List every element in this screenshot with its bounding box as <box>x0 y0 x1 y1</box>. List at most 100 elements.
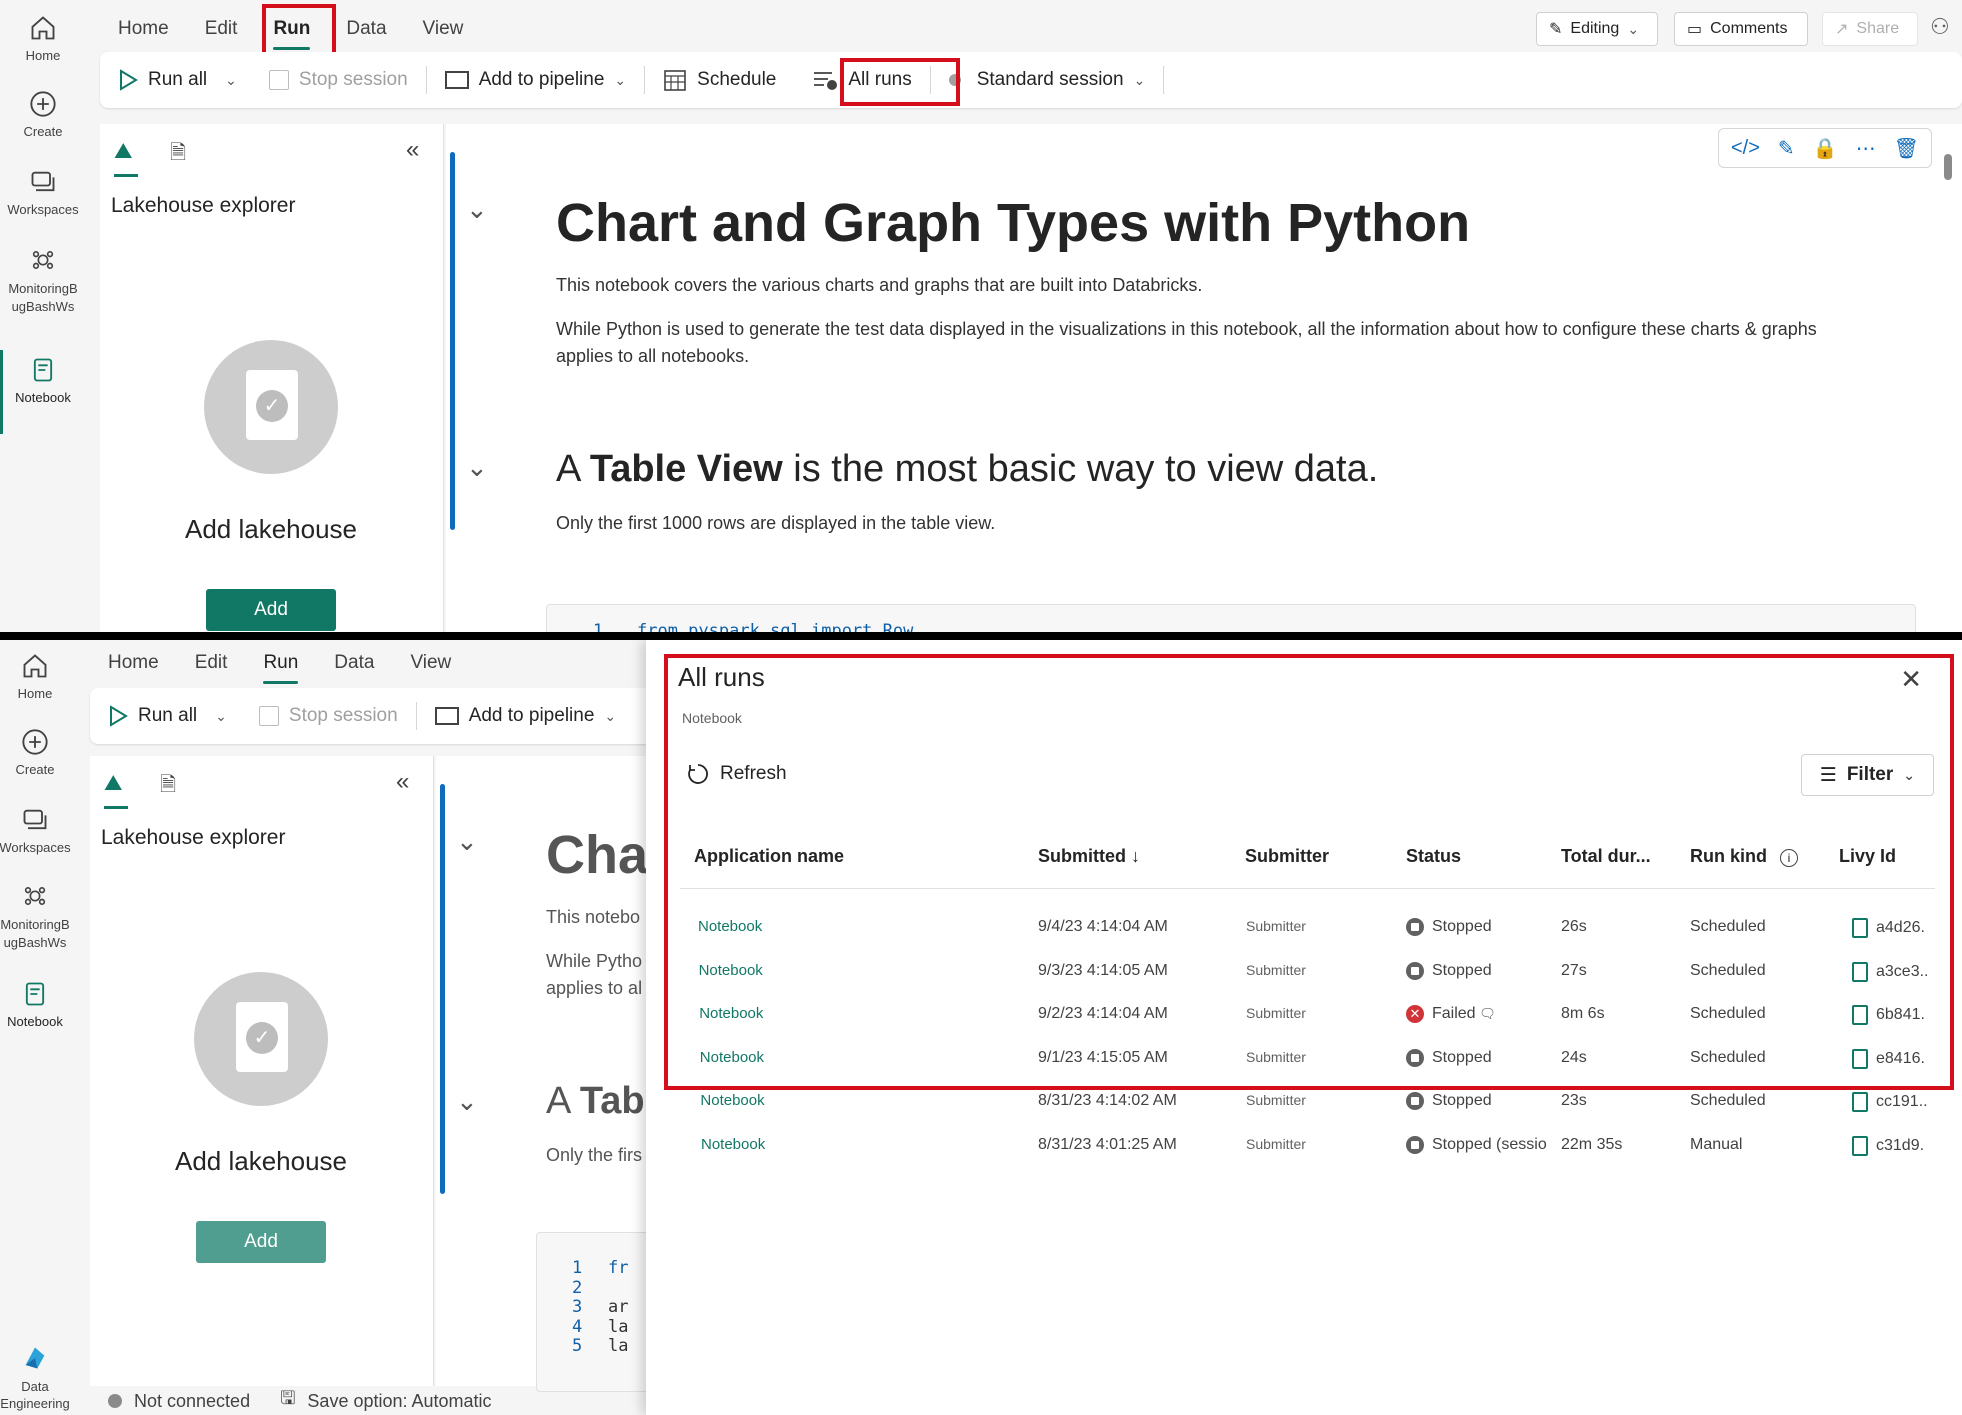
add-lakehouse-button[interactable]: Add <box>206 589 336 631</box>
add-to-pipeline-label: Add to pipeline <box>478 69 605 90</box>
rail-notebook[interactable]: Notebook <box>0 356 86 405</box>
rail-home-label: Home <box>17 686 53 701</box>
editing-label: Editing <box>1570 20 1620 37</box>
application-name-link[interactable]: Notebook <box>700 1092 764 1109</box>
rail-create[interactable]: Create <box>0 90 86 139</box>
notebook-editor: ⌄ ⌄ Cha This notebo While Pytho applies … <box>436 756 676 1392</box>
menu-data[interactable]: Data <box>316 646 392 680</box>
screenshot-divider <box>0 632 1962 640</box>
edit-pencil-icon[interactable]: ✎ <box>1778 136 1795 161</box>
heading-prefix: A <box>546 1080 580 1122</box>
chevron-down-icon[interactable]: ⌄ <box>215 708 227 725</box>
rail-monitoring-label-2: ugBashWs <box>3 935 67 950</box>
code-line: ar <box>608 1297 629 1317</box>
copy-icon[interactable] <box>1852 1092 1868 1112</box>
editing-button[interactable]: ✎ Editing ⌄ <box>1536 12 1658 46</box>
collapse-cell-icon[interactable]: ⌄ <box>466 194 488 225</box>
ribbon: Run all ⌄ Stop session Add to pipeline ⌄ <box>90 688 690 744</box>
lakehouse-tab-icon[interactable]: ⛰ <box>104 770 122 796</box>
lakehouse-placeholder-icon: ✓ <box>204 340 338 474</box>
menu-run[interactable]: Run <box>245 646 316 684</box>
stop-session-button[interactable]: Stop session <box>251 52 426 108</box>
more-icon[interactable]: ⋯ <box>1856 136 1876 161</box>
livy-id-label: c31d9. <box>1876 1136 1925 1154</box>
heading-prefix: A <box>556 448 590 490</box>
top-screenshot: Home Create Workspaces MonitoringB ugBas… <box>0 0 1962 632</box>
comments-button[interactable]: ▭ Comments <box>1674 12 1808 46</box>
add-to-pipeline-button[interactable]: Add to pipeline ⌄ <box>427 52 644 108</box>
rail-home[interactable]: Home <box>0 652 78 701</box>
submitted-cell: 8/31/23 4:14:02 AM <box>1038 1092 1177 1109</box>
notebook-icon <box>33 358 53 382</box>
lakehouse-tab-icon[interactable]: ⛰ <box>114 138 132 164</box>
collapse-panel-icon[interactable]: « <box>396 768 409 796</box>
rail-workspaces[interactable]: Workspaces <box>0 168 86 217</box>
lakehouse-explorer: ⛰ 🗎 « Lakehouse explorer ✓ Add lakehouse… <box>100 124 444 632</box>
run-all-button[interactable]: Run all <box>100 52 225 108</box>
menu-view[interactable]: View <box>392 646 469 680</box>
menu-data[interactable]: Data <box>328 12 404 46</box>
workspaces-icon <box>31 171 55 192</box>
share-icon: ↗ <box>1835 21 1849 38</box>
line-number: 1 <box>593 621 604 632</box>
run-all-button[interactable]: Run all <box>90 688 215 744</box>
play-icon <box>110 705 128 727</box>
rail-notebook[interactable]: Notebook <box>0 980 78 1029</box>
people-icon[interactable]: ⚇ <box>1930 14 1950 40</box>
rail-notebook-label: Notebook <box>7 1014 63 1029</box>
collapse-panel-icon[interactable]: « <box>406 136 419 164</box>
share-label: Share <box>1856 20 1900 37</box>
menu-home[interactable]: Home <box>100 12 187 46</box>
copy-icon[interactable] <box>1852 1135 1868 1156</box>
share-button[interactable]: ↗ Share <box>1822 12 1918 46</box>
add-to-pipeline-button[interactable]: Add to pipeline ⌄ <box>417 688 634 744</box>
menu-home[interactable]: Home <box>90 646 177 680</box>
menu-view[interactable]: View <box>405 12 482 46</box>
delete-icon[interactable]: 🗑 <box>1894 136 1919 161</box>
info-line-1: While Python is used to generate the tes… <box>556 319 1817 339</box>
comment-icon: ▭ <box>1687 21 1703 38</box>
application-name-link[interactable]: Notebook <box>701 1136 765 1153</box>
chevron-down-icon[interactable]: ⌄ <box>225 72 237 89</box>
submitter-cell: Submitter <box>1246 1135 1306 1152</box>
code-cell[interactable]: 1 from pyspark.sql import Row <box>546 604 1916 632</box>
status-cell: Stopped (sessio <box>1406 1135 1547 1154</box>
connection-status-icon <box>108 1394 122 1408</box>
livy-id-cell[interactable]: cc191.. <box>1852 1092 1928 1112</box>
schedule-label: Schedule <box>697 69 777 90</box>
rail-monitoring-ws[interactable]: MonitoringB ugBashWs <box>0 246 86 316</box>
resources-tab-icon[interactable]: 🗎 <box>160 770 176 804</box>
rail-monitoring-ws[interactable]: MonitoringB ugBashWs <box>0 882 78 952</box>
stop-session-button[interactable]: Stop session <box>241 688 416 744</box>
collapse-cell-icon[interactable]: ⌄ <box>456 1086 478 1117</box>
all-runs-highlight <box>840 58 960 106</box>
rail-home[interactable]: Home <box>0 14 86 63</box>
plus-circle-icon <box>22 729 48 755</box>
line-number: 3 <box>572 1297 583 1317</box>
rail-workspaces[interactable]: Workspaces <box>0 806 78 855</box>
collapse-cell-icon[interactable]: ⌄ <box>466 452 488 483</box>
collapse-cell-icon[interactable]: ⌄ <box>456 826 478 857</box>
active-cell-bar <box>450 152 455 530</box>
menu-bar: Home Edit Run Data View <box>90 646 469 684</box>
livy-id-cell[interactable]: c31d9. <box>1852 1135 1925 1156</box>
stopped-status-icon <box>1406 1092 1424 1110</box>
schedule-button[interactable]: Schedule <box>645 52 794 108</box>
standard-session-button[interactable]: Standard session ⌄ <box>931 52 1164 108</box>
save-option[interactable]: Save option: Automatic <box>307 1391 491 1412</box>
add-lakehouse-button[interactable]: Add <box>196 1221 326 1263</box>
run-all-label: Run all <box>138 705 198 726</box>
pipeline-icon <box>434 707 459 725</box>
rail-create[interactable]: Create <box>0 728 78 777</box>
rail-data-engineering[interactable]: Data Engineering <box>0 1344 78 1412</box>
menu-edit[interactable]: Edit <box>177 646 246 680</box>
lock-icon[interactable]: 🔒 <box>1813 136 1838 161</box>
explorer-title: Lakehouse explorer <box>101 826 286 849</box>
resources-tab-icon[interactable]: 🗎 <box>170 138 186 172</box>
line-number: 4 <box>572 1316 583 1337</box>
menu-edit[interactable]: Edit <box>187 12 256 46</box>
code-view-icon[interactable]: </> <box>1731 137 1760 160</box>
rail-monitoring-label-2: ugBashWs <box>11 299 75 314</box>
add-to-pipeline-label: Add to pipeline <box>468 705 595 726</box>
scrollbar-thumb[interactable] <box>1944 154 1952 180</box>
